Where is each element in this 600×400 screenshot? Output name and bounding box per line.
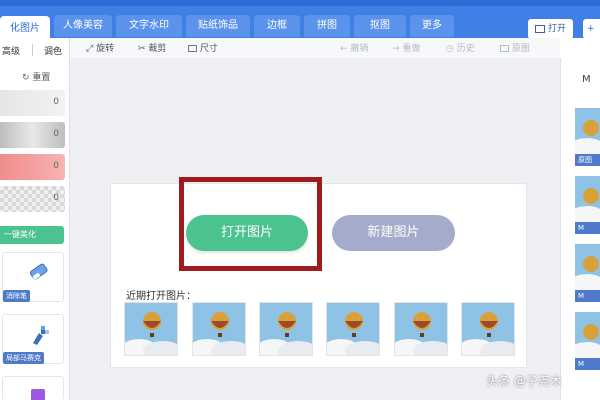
recent-thumbnail[interactable] [124, 302, 178, 356]
recent-thumbnail[interactable] [394, 302, 448, 356]
resize-label: 尺寸 [199, 44, 218, 54]
tab-stickers[interactable]: 贴纸饰品 [186, 15, 250, 37]
local-mosaic-tool-label: 局部马赛克 [3, 352, 44, 364]
balloon-photo [193, 303, 245, 355]
watermark: 头条 @子尧木 [486, 374, 562, 388]
open-button-label: 打开 [548, 24, 567, 34]
balloon-photo [125, 303, 177, 355]
tab-border[interactable]: 边框 [254, 15, 300, 37]
undo-label: 撤销 [350, 44, 369, 54]
original-image-icon [500, 45, 509, 52]
reset-label: 重置 [32, 73, 51, 83]
balloon-photo [462, 303, 514, 355]
tool-card[interactable] [2, 376, 64, 400]
slider-sharpness[interactable]: 0 [0, 186, 65, 212]
preset-thumbnail[interactable]: M [575, 244, 600, 302]
one-click-beautify-button[interactable]: 一键美化 [0, 226, 64, 244]
slider-contrast[interactable]: 0 [0, 122, 65, 148]
redo-arrow-icon: → [392, 44, 400, 54]
new-button[interactable]: + [583, 19, 600, 39]
balloon-photo [260, 303, 312, 355]
preset-thumbnail[interactable]: M [575, 312, 600, 370]
left-panel: 高级 调色 ↻ 重置 0 0 0 0 一键美化 消除笔 局部马赛克 [0, 38, 70, 400]
redo-label: 重做 [402, 44, 421, 54]
tab-more[interactable]: 更多 [410, 15, 454, 37]
undo-arrow-icon: ← [340, 44, 348, 54]
rotate-icon: ⤢ [86, 44, 94, 54]
tab-portrait[interactable]: 人像美容 [54, 15, 112, 37]
slider-value: 0 [53, 193, 59, 203]
app-window: 化图片 人像美容 文字水印 贴纸饰品 边框 拼图 抠图 更多 打开 + 高级 调… [0, 0, 600, 400]
balloon-photo [395, 303, 447, 355]
eraser-tool-label: 消除笔 [3, 290, 30, 302]
preset-thumbnail[interactable]: 原图 [575, 108, 600, 166]
preset-caption: 原图 [575, 154, 600, 166]
crop-label: 裁剪 [148, 44, 167, 54]
preset-caption: M [575, 358, 600, 370]
preset-caption: M [575, 290, 600, 302]
right-panel-header: M [582, 74, 591, 85]
divider [32, 44, 33, 56]
resize-icon [188, 45, 197, 52]
tab-tone[interactable]: 调色 [44, 44, 62, 57]
slider-saturation[interactable]: 0 [0, 154, 65, 180]
rotate-label: 旋转 [96, 44, 115, 54]
eraser-icon [29, 263, 48, 280]
slider-brightness[interactable]: 0 [0, 90, 65, 116]
tab-advanced[interactable]: 高级 [2, 44, 20, 57]
preset-thumbnail[interactable]: M [575, 176, 600, 234]
history-label: 历史 [456, 44, 475, 54]
tool-icon [31, 389, 45, 400]
right-panel: M 原图 M M M [560, 58, 600, 400]
original-button[interactable]: 原图 [500, 41, 530, 54]
rotate-button[interactable]: ⤢ 旋转 [86, 41, 114, 54]
crop-icon: ✂ [138, 44, 146, 54]
slider-value: 0 [53, 129, 59, 139]
recent-thumbnail[interactable] [326, 302, 380, 356]
tab-cutout[interactable]: 抠图 [354, 15, 406, 37]
image-icon [535, 24, 545, 33]
edit-toolbar: ⤢ 旋转 ✂ 裁剪 尺寸 ← 撤销 → 重做 ◷ 历史 原图 [70, 38, 560, 58]
right-panel-header-bg [560, 38, 600, 58]
left-panel-tabs: 高级 调色 [0, 44, 70, 60]
eraser-tool[interactable]: 消除笔 [2, 252, 64, 302]
history-clock-icon: ◷ [446, 44, 454, 54]
history-button[interactable]: ◷ 历史 [446, 41, 475, 54]
recent-thumbnail[interactable] [192, 302, 246, 356]
crop-button[interactable]: ✂ 裁剪 [138, 41, 166, 54]
open-button[interactable]: 打开 [528, 19, 574, 39]
open-image-button[interactable]: 打开图片 [186, 215, 308, 251]
original-label: 原图 [511, 44, 530, 54]
new-image-button[interactable]: 新建图片 [332, 215, 455, 251]
balloon-photo [327, 303, 379, 355]
redo-button[interactable]: → 重做 [392, 41, 420, 54]
preset-caption: M [575, 222, 600, 234]
slider-value: 0 [53, 161, 59, 171]
recent-thumbnail[interactable] [259, 302, 313, 356]
reset-icon: ↻ [22, 73, 30, 83]
tab-collage[interactable]: 拼图 [304, 15, 350, 37]
local-mosaic-tool[interactable]: 局部马赛克 [2, 314, 64, 364]
recent-thumbnail[interactable] [461, 302, 515, 356]
tab-bar: 化图片 人像美容 文字水印 贴纸饰品 边框 拼图 抠图 更多 打开 + [0, 6, 600, 44]
mosaic-brush-icon [33, 326, 49, 345]
reset-button[interactable]: ↻ 重置 [22, 70, 50, 83]
resize-button[interactable]: 尺寸 [188, 41, 218, 54]
tab-text-watermark[interactable]: 文字水印 [116, 15, 182, 37]
slider-value: 0 [53, 97, 59, 107]
recent-images-label: 近期打开图片： [126, 291, 196, 302]
undo-button[interactable]: ← 撤销 [340, 41, 368, 54]
